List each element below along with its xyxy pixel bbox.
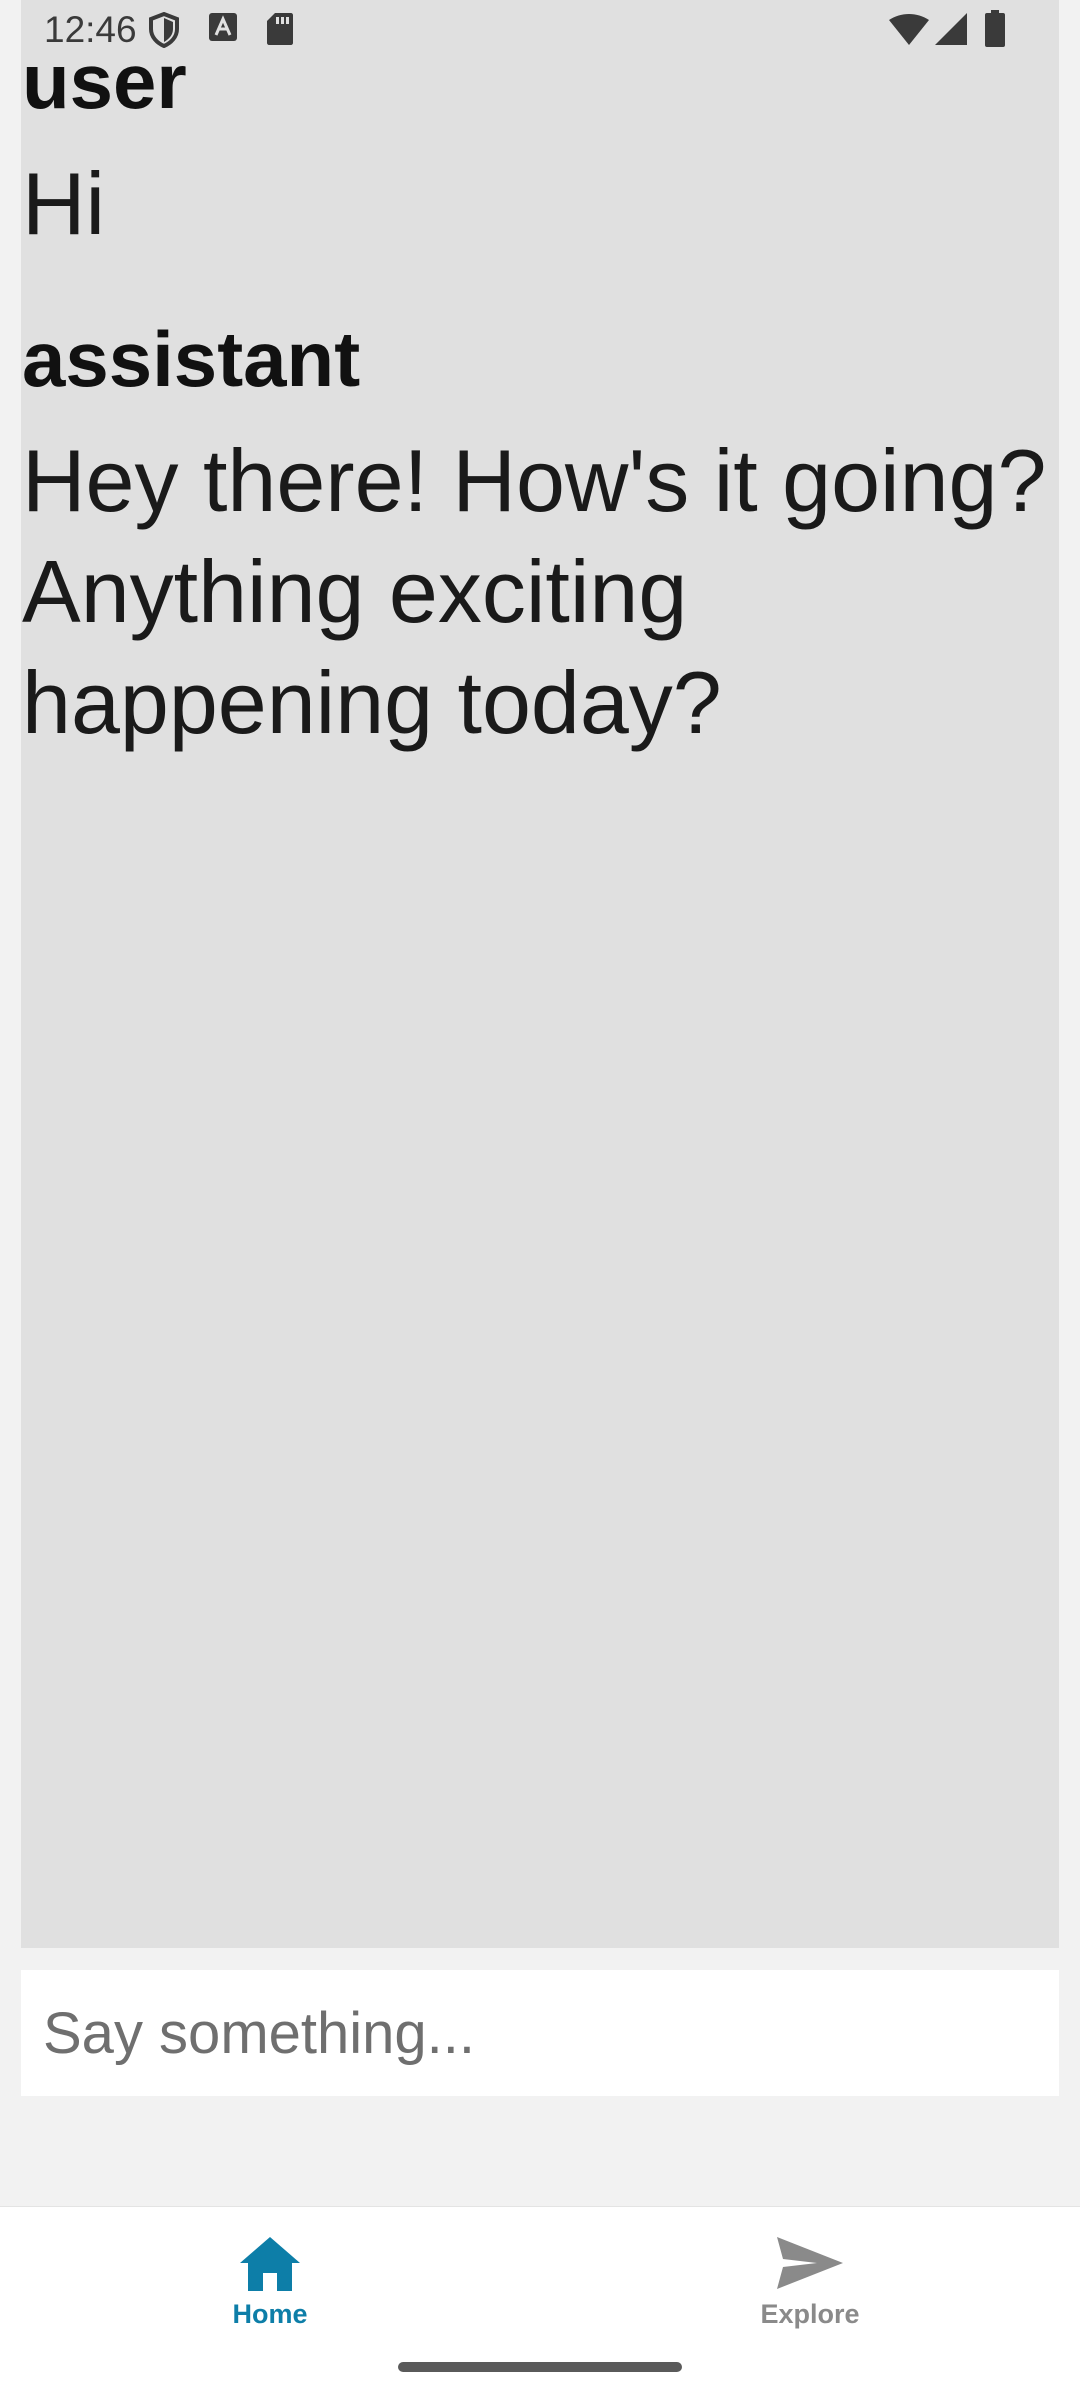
sd-card-icon	[267, 13, 293, 45]
message-text-assistant: Hey there! How's it going? Anything exci…	[22, 431, 1047, 752]
message-role-assistant: assistant	[22, 315, 361, 403]
status-time: 12:46	[44, 9, 137, 50]
message-input-container	[21, 1970, 1059, 2096]
send-icon	[777, 2237, 843, 2289]
nav-label-home: Home	[232, 2299, 308, 2329]
message-text-user: Hi	[22, 154, 106, 253]
cell-signal-icon	[935, 13, 967, 45]
battery-icon	[985, 10, 1005, 47]
nav-item-explore[interactable]: Explore	[700, 2227, 920, 2347]
nav-label-explore: Explore	[760, 2299, 860, 2329]
chat-panel[interactable]: user Hi assistant Hey there! How's it go…	[21, 0, 1059, 1948]
home-icon	[240, 2237, 300, 2291]
text-a-icon	[209, 13, 237, 41]
wifi-icon	[889, 14, 929, 45]
nav-item-home[interactable]: Home	[160, 2227, 380, 2347]
shield-icon	[149, 12, 179, 48]
message-input[interactable]	[21, 1970, 1059, 2096]
home-indicator[interactable]	[398, 2362, 682, 2372]
status-bar: 12:46	[0, 0, 1080, 60]
